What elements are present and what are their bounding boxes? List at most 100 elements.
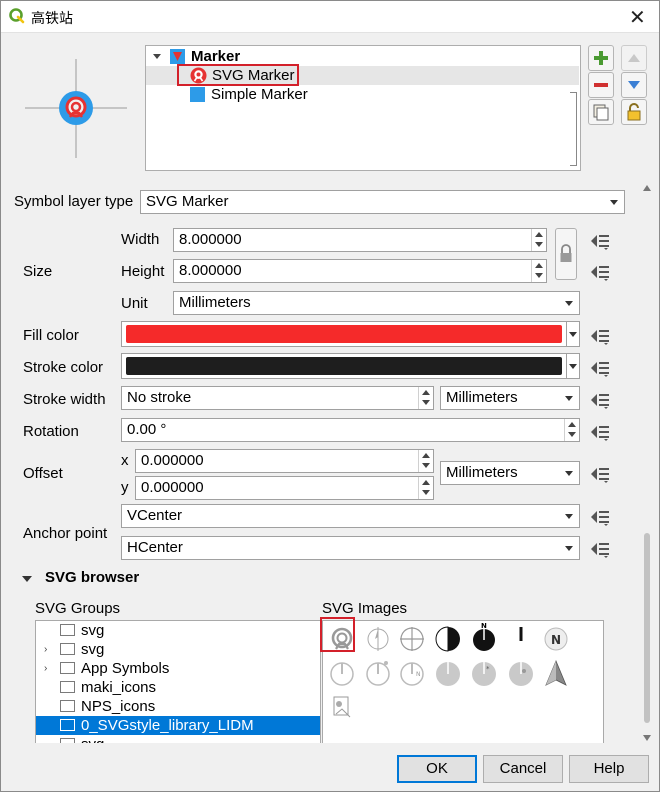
offset-x-input[interactable]: 0.000000 — [135, 449, 434, 473]
svg-browser-header[interactable]: SVG browser — [45, 569, 139, 586]
north-line-icon[interactable] — [507, 625, 535, 653]
highlight-frame — [177, 64, 299, 86]
anchor-vertical-select[interactable]: VCenter — [121, 504, 580, 528]
north-arrow-black-n-icon[interactable]: N — [470, 621, 498, 653]
north-arrow-gray-half-icon[interactable] — [434, 659, 462, 687]
svg-groups-tree[interactable]: svg › svg › App Symbols maki_icons NPS_ico… — [35, 620, 321, 743]
height-input[interactable]: 8.000000 — [173, 259, 547, 283]
stroke-color-label: Stroke color — [23, 359, 104, 376]
scrollbar-thumb[interactable] — [644, 533, 650, 723]
list-item[interactable]: svg — [36, 735, 320, 743]
spinbox-arrows-icon[interactable] — [564, 419, 579, 441]
layer-properties-panel[interactable]: Symbol layer type SVG Marker Size Width … — [7, 183, 641, 743]
add-layer-button[interactable] — [588, 45, 614, 71]
north-arrow-gray-icon[interactable] — [328, 659, 356, 687]
data-defined-override-icon[interactable] — [589, 423, 611, 441]
data-defined-override-icon[interactable] — [589, 232, 611, 250]
chevron-right-icon[interactable]: › — [44, 659, 47, 678]
list-item-label: svg — [81, 735, 104, 743]
stroke-color-menu-button[interactable] — [566, 353, 580, 379]
width-label: Width — [121, 231, 160, 248]
input-value: 8.000000 — [179, 262, 242, 279]
north-arrow-gray-dot2-icon[interactable] — [507, 659, 535, 687]
ok-button[interactable]: OK — [397, 755, 477, 783]
tree-item-simple-marker[interactable]: Simple Marker — [190, 85, 570, 104]
spinbox-arrows-icon[interactable] — [418, 477, 433, 499]
data-defined-override-icon[interactable] — [589, 391, 611, 409]
help-button[interactable]: Help — [569, 755, 649, 783]
unit-label: Unit — [121, 295, 148, 312]
close-icon[interactable]: ✕ — [629, 5, 646, 30]
data-defined-override-icon[interactable] — [589, 263, 611, 281]
north-arrow-black-half-icon[interactable] — [434, 625, 462, 653]
offset-unit-select[interactable]: Millimeters — [440, 461, 580, 485]
list-item[interactable]: NPS_icons — [36, 697, 320, 716]
width-input[interactable]: 8.000000 — [173, 228, 547, 252]
simple-marker-icon — [190, 87, 205, 102]
spinbox-arrows-icon[interactable] — [418, 387, 433, 409]
north-arrow-gray-n-icon[interactable]: N — [398, 659, 426, 687]
north-n-badge-icon[interactable]: N — [542, 625, 570, 653]
fill-color-menu-button[interactable] — [566, 321, 580, 347]
stroke-width-input[interactable]: No stroke — [121, 386, 434, 410]
spinbox-arrows-icon[interactable] — [418, 450, 433, 472]
svg-text:N: N — [551, 633, 561, 647]
offset-label: Offset — [23, 465, 63, 482]
remove-layer-button[interactable] — [588, 72, 614, 98]
move-down-button[interactable] — [621, 72, 647, 98]
data-defined-override-icon[interactable] — [589, 465, 611, 483]
duplicate-layer-button[interactable] — [588, 99, 614, 125]
data-defined-override-icon[interactable] — [589, 508, 611, 526]
svg-text:N: N — [416, 671, 421, 678]
move-up-button[interactable] — [621, 45, 647, 71]
anchor-horizontal-select[interactable]: HCenter — [121, 536, 580, 560]
cancel-button[interactable]: Cancel — [483, 755, 563, 783]
spinbox-arrows-icon[interactable] — [531, 229, 546, 251]
svg-image-placeholder-icon[interactable] — [328, 693, 356, 721]
offset-y-input[interactable]: 0.000000 — [135, 476, 434, 500]
north-arrow-gray-dot-icon[interactable] — [364, 659, 392, 687]
stroke-width-unit-select[interactable]: Millimeters — [440, 386, 580, 410]
north-arrow-3d-icon[interactable] — [542, 659, 570, 687]
tree-collapse-icon[interactable] — [152, 47, 162, 66]
marker-icon — [170, 49, 185, 64]
svg-images-grid[interactable]: N N N * — [322, 620, 604, 743]
offset-y-label: y — [121, 479, 129, 496]
scroll-down-icon[interactable] — [643, 735, 651, 741]
symbol-layer-type-label: Symbol layer type — [14, 193, 134, 210]
qgis-logo-icon — [9, 8, 25, 24]
north-arrow-gray-star-icon[interactable]: * — [470, 659, 498, 687]
data-defined-override-icon[interactable] — [589, 540, 611, 558]
lock-aspect-ratio-button[interactable] — [555, 228, 577, 280]
rotation-input[interactable]: 0.00 ° — [121, 418, 580, 442]
unit-select[interactable]: Millimeters — [173, 291, 580, 315]
list-item-label: 0_SVGstyle_library_LIDM — [81, 717, 254, 734]
list-item-label: App Symbols — [81, 660, 170, 677]
input-value: No stroke — [127, 389, 192, 406]
scroll-up-icon[interactable] — [643, 185, 651, 191]
spinbox-arrows-icon[interactable] — [531, 260, 546, 282]
data-defined-override-icon[interactable] — [589, 359, 611, 377]
crosshair-circle-icon[interactable] — [398, 625, 426, 653]
north-arrow-circle-icon[interactable] — [364, 625, 392, 653]
chevron-down-icon — [565, 514, 573, 519]
list-item[interactable]: 0_SVGstyle_library_LIDM — [36, 716, 320, 735]
stroke-color-button[interactable] — [121, 353, 567, 379]
list-item[interactable]: maki_icons — [36, 678, 320, 697]
chevron-right-icon[interactable]: › — [44, 640, 47, 659]
offset-x-label: x — [121, 452, 129, 469]
list-item[interactable]: svg — [36, 621, 320, 640]
folder-icon — [60, 719, 75, 731]
lock-icon — [627, 103, 641, 121]
chevron-down-icon — [565, 396, 573, 401]
lock-layer-button[interactable] — [621, 99, 647, 125]
anchor-point-label: Anchor point — [23, 525, 108, 542]
duplicate-layer-icon — [593, 104, 609, 121]
fill-color-button[interactable] — [121, 321, 567, 347]
list-item[interactable]: › App Symbols — [36, 659, 320, 678]
section-collapse-icon[interactable] — [21, 573, 33, 585]
data-defined-override-icon[interactable] — [589, 327, 611, 345]
list-item[interactable]: › svg — [36, 640, 320, 659]
symbol-layer-type-select[interactable]: SVG Marker — [140, 190, 625, 214]
properties-scrollbar[interactable] — [640, 183, 654, 743]
